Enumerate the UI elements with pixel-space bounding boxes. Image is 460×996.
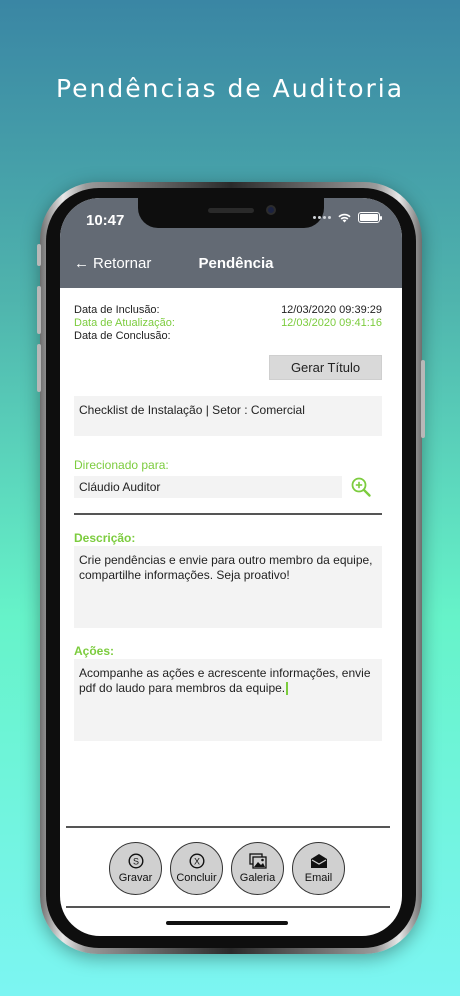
cellular-signal-icon [313, 216, 331, 219]
acoes-label: Ações: [74, 644, 115, 658]
direcionado-label: Direcionado para: [74, 458, 169, 472]
inclusao-label: Data de Inclusão: [74, 304, 160, 316]
home-indicator[interactable] [166, 921, 288, 925]
x-circle-icon: X [188, 853, 205, 869]
app-screen: 10:47 ← Retornar Pendência Data de Inclu… [60, 198, 402, 936]
conclusao-label: Data de Conclusão: [74, 330, 171, 342]
page-title: Pendência [198, 255, 274, 272]
acoes-text: Acompanhe as ações e acrescente informaç… [79, 666, 371, 695]
status-bar: 10:47 [60, 198, 402, 242]
atualizacao-value: 12/03/2020 09:41:16 [281, 317, 382, 329]
section-divider [74, 513, 382, 515]
nav-bar: ← Retornar Pendência [60, 242, 402, 288]
acoes-field[interactable]: Acompanhe as ações e acrescente informaç… [74, 659, 382, 741]
gravar-button[interactable]: S Gravar [109, 842, 162, 895]
gallery-icon [248, 853, 267, 869]
atualizacao-row: Data de Atualização: 12/03/2020 09:41:16 [74, 317, 382, 330]
email-button[interactable]: Email [292, 842, 345, 895]
inclusao-row: Data de Inclusão: 12/03/2020 09:39:29 [74, 304, 382, 317]
descricao-label: Descrição: [74, 531, 136, 545]
atualizacao-label: Data de Atualização: [74, 317, 175, 329]
email-label: Email [304, 872, 333, 884]
phone-frame: 10:47 ← Retornar Pendência Data de Inclu… [37, 182, 425, 954]
search-user-icon[interactable] [350, 476, 372, 498]
concluir-button[interactable]: X Concluir [170, 842, 223, 895]
action-bar: S Gravar X Concluir Galeria Email [66, 826, 390, 908]
conclusao-row: Data de Conclusão: [74, 330, 382, 343]
notch [138, 198, 324, 228]
dates-block: Data de Inclusão: 12/03/2020 09:39:29 Da… [74, 304, 382, 343]
galeria-label: Galeria [239, 872, 276, 884]
concluir-label: Concluir [176, 872, 217, 884]
galeria-button[interactable]: Galeria [231, 842, 284, 895]
text-cursor [286, 682, 289, 696]
direcionado-field[interactable]: Cláudio Auditor [74, 476, 342, 498]
gravar-label: Gravar [118, 872, 153, 884]
speaker-grille [208, 208, 254, 213]
silent-switch [37, 244, 41, 266]
checklist-field[interactable]: Checklist de Instalação | Setor : Comerc… [74, 396, 382, 436]
envelope-icon [310, 854, 327, 868]
form-content: Data de Inclusão: 12/03/2020 09:39:29 Da… [74, 288, 382, 741]
status-icons [313, 212, 382, 223]
battery-icon [358, 212, 382, 223]
volume-up-button [37, 286, 41, 334]
svg-text:X: X [193, 857, 199, 867]
s-circle-icon: S [127, 853, 144, 869]
gerar-titulo-button[interactable]: Gerar Título [269, 355, 382, 380]
promo-headline: Pendências de Auditoria [55, 74, 405, 103]
front-camera [266, 205, 276, 215]
wifi-icon [338, 213, 351, 223]
descricao-field[interactable]: Crie pendências e envie para outro membr… [74, 546, 382, 628]
power-button [421, 360, 425, 438]
status-time: 10:47 [86, 212, 125, 229]
svg-text:S: S [132, 857, 138, 867]
volume-down-button [37, 344, 41, 392]
inclusao-value: 12/03/2020 09:39:29 [281, 304, 382, 316]
